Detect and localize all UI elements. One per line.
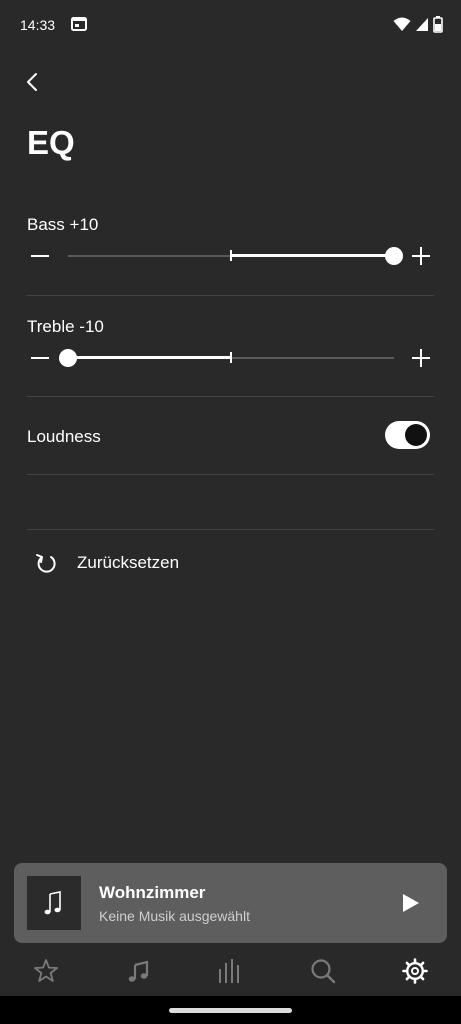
treble-slider[interactable]	[59, 346, 394, 370]
cell-signal-icon	[416, 18, 428, 31]
back-chevron-icon[interactable]	[22, 68, 46, 96]
status-bar: 14:33	[0, 0, 461, 50]
now-playing-status: Keine Musik ausgewählt	[99, 908, 250, 924]
loudness-label: Loudness	[27, 427, 101, 446]
page-title: EQ	[27, 124, 75, 161]
treble-slider-center-mark	[230, 352, 232, 363]
wifi-icon	[393, 17, 411, 31]
status-icons	[393, 15, 443, 33]
divider	[27, 474, 434, 475]
bass-increase-button[interactable]	[408, 243, 434, 269]
star-icon[interactable]	[32, 957, 60, 985]
bottom-tab-bar	[0, 948, 461, 994]
bass-slider[interactable]	[68, 244, 403, 268]
music-note-icon[interactable]	[125, 957, 153, 985]
treble-slider-thumb[interactable]	[59, 349, 77, 367]
music-note-icon	[44, 891, 61, 915]
bass-slider-fill	[231, 254, 394, 257]
loudness-toggle-knob	[405, 424, 427, 446]
bass-slider-center-mark	[230, 250, 232, 261]
search-icon[interactable]	[309, 957, 337, 985]
album-art-placeholder	[27, 876, 81, 930]
room-name: Wohnzimmer	[99, 883, 206, 902]
mini-player[interactable]: Wohnzimmer Keine Musik ausgewählt	[14, 863, 447, 943]
treble-label: Treble -10	[27, 317, 104, 336]
play-icon[interactable]	[398, 890, 424, 916]
divider	[27, 396, 434, 397]
system-navigation-bar	[0, 996, 461, 1024]
rooms-bars-icon[interactable]	[216, 957, 244, 985]
status-time: 14:33	[20, 17, 56, 33]
loudness-toggle[interactable]	[385, 421, 430, 449]
divider	[27, 529, 434, 530]
bass-label: Bass +10	[27, 215, 99, 234]
gear-icon[interactable]	[401, 957, 429, 985]
reset-button[interactable]: Zurücksetzen	[27, 548, 287, 578]
reset-icon	[36, 554, 56, 573]
calendar-notification-icon	[71, 17, 87, 31]
treble-increase-button[interactable]	[408, 345, 434, 371]
bass-slider-thumb[interactable]	[385, 247, 403, 265]
divider	[27, 295, 434, 296]
battery-icon	[433, 15, 443, 33]
treble-slider-fill	[68, 356, 231, 359]
bass-decrease-button[interactable]	[27, 243, 53, 269]
treble-decrease-button[interactable]	[27, 345, 53, 371]
home-gesture-handle[interactable]	[169, 1008, 292, 1013]
reset-label: Zurücksetzen	[77, 553, 180, 572]
